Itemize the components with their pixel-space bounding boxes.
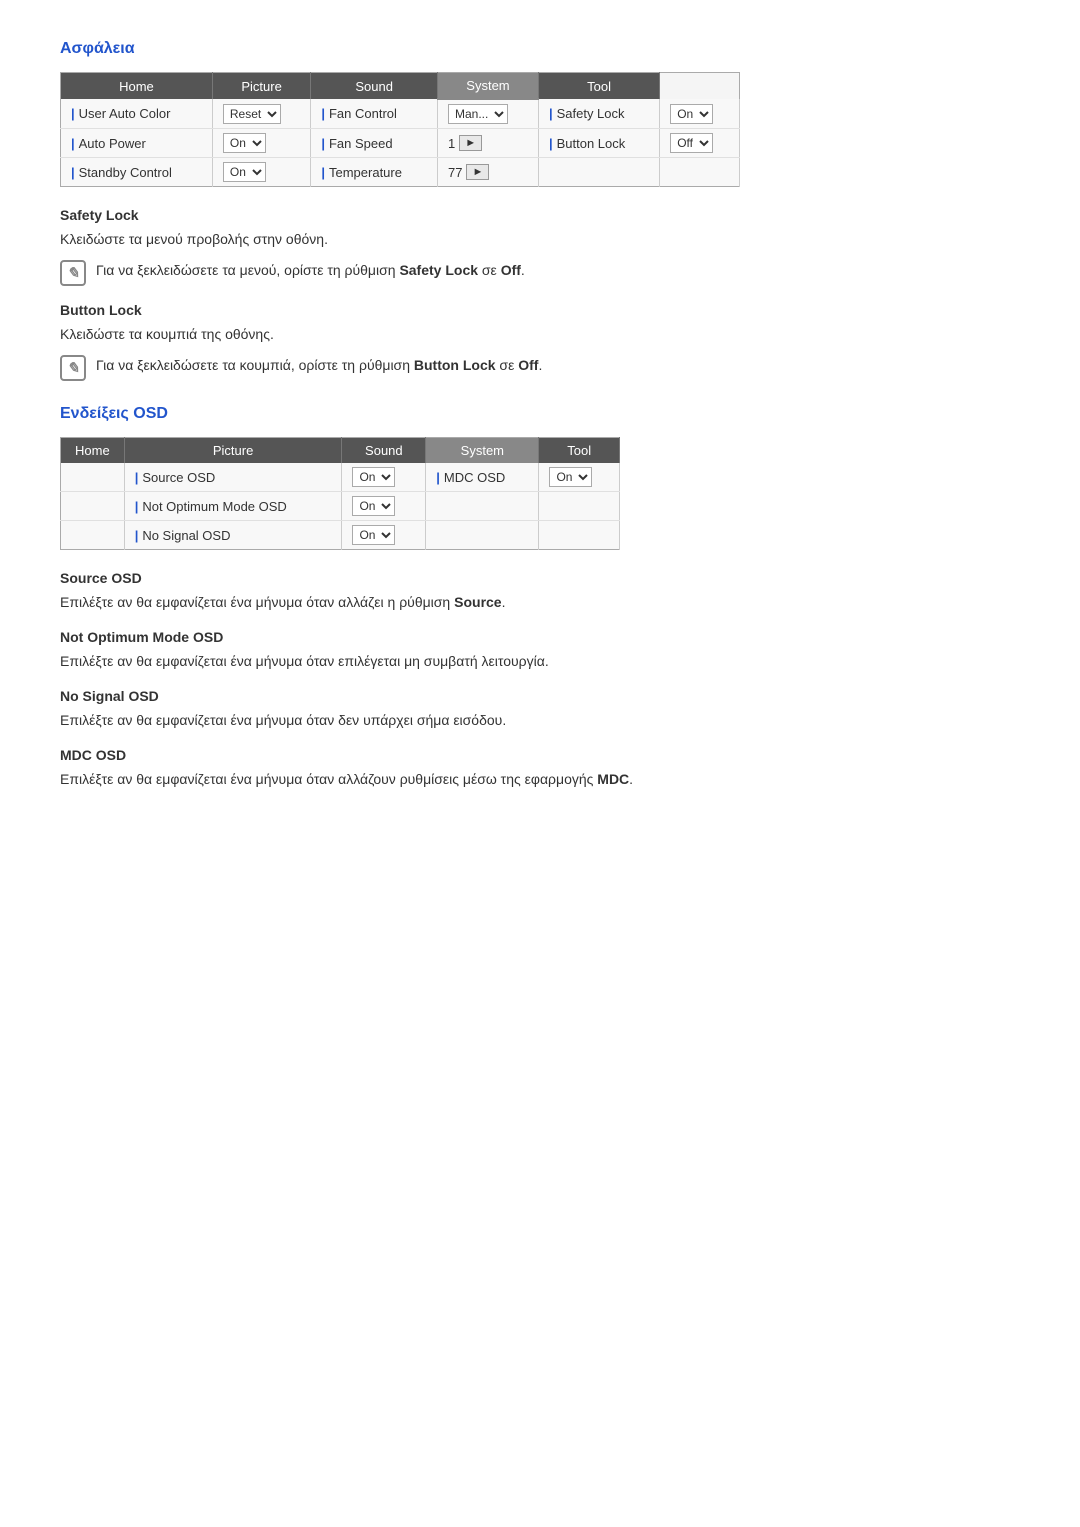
cell-empty6 bbox=[539, 521, 620, 550]
blue-bar bbox=[61, 521, 125, 550]
button-lock-select[interactable]: Off On bbox=[670, 133, 713, 153]
cell-fan-speed-value[interactable]: 1 ► bbox=[438, 129, 539, 158]
no-signal-osd-heading: No Signal OSD bbox=[60, 688, 1020, 704]
osd-tab-sound[interactable]: Sound bbox=[342, 438, 426, 464]
blue-bar bbox=[61, 463, 125, 492]
mdc-osd-body: Επιλέξτε αν θα εμφανίζεται ένα μήνυμα ότ… bbox=[60, 769, 1020, 790]
table-row: Not Optimum Mode OSD On Off bbox=[61, 492, 620, 521]
tab-home[interactable]: Home bbox=[61, 73, 213, 100]
osd-tab-tool[interactable]: Tool bbox=[539, 438, 620, 464]
safety-lock-body: Κλειδώστε τα μενού προβολής στην οθόνη. bbox=[60, 229, 1020, 250]
cell-fan-speed-label: Fan Speed bbox=[311, 129, 438, 158]
table-row: Standby Control On Off Temperature 77 bbox=[61, 158, 740, 187]
temperature-arrow[interactable]: ► bbox=[466, 164, 489, 180]
cell-standby-control-value[interactable]: On Off bbox=[212, 158, 310, 187]
source-osd-heading: Source OSD bbox=[60, 570, 1020, 586]
cell-safety-lock-label: Safety Lock bbox=[538, 99, 659, 129]
table-row: No Signal OSD On Off bbox=[61, 521, 620, 550]
section-osd-title: Ενδείξεις OSD bbox=[60, 405, 1020, 423]
note-icon: ✎ bbox=[60, 260, 86, 286]
source-osd-body: Επιλέξτε αν θα εμφανίζεται ένα μήνυμα ότ… bbox=[60, 592, 1020, 613]
cell-mdc-osd-label: MDC OSD bbox=[426, 463, 539, 492]
osd-tab-system[interactable]: System bbox=[426, 438, 539, 464]
auto-power-select[interactable]: On Off bbox=[223, 133, 266, 153]
cell-not-optimum-osd-value[interactable]: On Off bbox=[342, 492, 426, 521]
table-row: Auto Power On Off Fan Speed 1 bbox=[61, 129, 740, 158]
mdc-osd-select[interactable]: On Off bbox=[549, 467, 592, 487]
note-icon-2: ✎ bbox=[60, 355, 86, 381]
fan-control-select[interactable]: Man... bbox=[448, 104, 508, 124]
no-signal-osd-select[interactable]: On Off bbox=[352, 525, 395, 545]
tab-sound[interactable]: Sound bbox=[311, 73, 438, 100]
button-lock-note: ✎ Για να ξεκλειδώσετε τα κουμπιά, ορίστε… bbox=[60, 355, 1020, 381]
blue-bar bbox=[61, 492, 125, 521]
cell-button-lock-label: Button Lock bbox=[538, 129, 659, 158]
cell-fan-control-label: Fan Control bbox=[311, 99, 438, 129]
button-lock-note-text: Για να ξεκλειδώσετε τα κουμπιά, ορίστε τ… bbox=[96, 355, 542, 376]
cell-temperature-label: Temperature bbox=[311, 158, 438, 187]
section-osd: Ενδείξεις OSD Home Picture Sound System … bbox=[60, 405, 1020, 790]
cell-auto-power-value[interactable]: On Off bbox=[212, 129, 310, 158]
cell-safety-lock-value[interactable]: On Off bbox=[660, 99, 740, 129]
fan-speed-arrow[interactable]: ► bbox=[459, 135, 482, 151]
mdc-osd-heading: MDC OSD bbox=[60, 747, 1020, 763]
cell-standby-control-label: Standby Control bbox=[61, 158, 213, 187]
safety-lock-heading: Safety Lock bbox=[60, 207, 1020, 223]
cell-user-auto-color-label: User Auto Color bbox=[61, 99, 213, 129]
tab-picture[interactable]: Picture bbox=[212, 73, 310, 100]
tab-tool[interactable]: Tool bbox=[538, 73, 659, 100]
cell-empty5 bbox=[426, 521, 539, 550]
cell-no-signal-osd-value[interactable]: On Off bbox=[342, 521, 426, 550]
tab-system[interactable]: System bbox=[438, 73, 539, 100]
user-auto-color-select[interactable]: Reset bbox=[223, 104, 281, 124]
section-asfalia-title: Ασφάλεια bbox=[60, 40, 1020, 58]
cell-no-signal-osd-label: No Signal OSD bbox=[124, 521, 342, 550]
cell-temperature-value[interactable]: 77 ► bbox=[438, 158, 539, 187]
cell-empty3 bbox=[426, 492, 539, 521]
button-lock-heading: Button Lock bbox=[60, 302, 1020, 318]
no-signal-osd-body: Επιλέξτε αν θα εμφανίζεται ένα μήνυμα ότ… bbox=[60, 710, 1020, 731]
cell-user-auto-color-value[interactable]: Reset bbox=[212, 99, 310, 129]
not-optimum-osd-select[interactable]: On Off bbox=[352, 496, 395, 516]
osd-tab-picture[interactable]: Picture bbox=[124, 438, 342, 464]
table-row: User Auto Color Reset Fan Control Ma bbox=[61, 99, 740, 129]
not-optimum-osd-heading: Not Optimum Mode OSD bbox=[60, 629, 1020, 645]
safety-lock-select[interactable]: On Off bbox=[670, 104, 713, 124]
osd-menu-table: Home Picture Sound System Tool Source OS… bbox=[60, 437, 620, 550]
table-row: Source OSD On Off MDC OSD bbox=[61, 463, 620, 492]
safety-lock-note-text: Για να ξεκλειδώσετε τα μενού, ορίστε τη … bbox=[96, 260, 525, 281]
asfalia-menu-table: Home Picture Sound System Tool User Auto… bbox=[60, 72, 740, 187]
cell-button-lock-value[interactable]: Off On bbox=[660, 129, 740, 158]
source-osd-select[interactable]: On Off bbox=[352, 467, 395, 487]
cell-source-osd-label: Source OSD bbox=[124, 463, 342, 492]
cell-fan-control-value[interactable]: Man... bbox=[438, 99, 539, 129]
cell-empty1 bbox=[538, 158, 659, 187]
button-lock-body: Κλειδώστε τα κουμπιά της οθόνης. bbox=[60, 324, 1020, 345]
not-optimum-osd-body: Επιλέξτε αν θα εμφανίζεται ένα μήνυμα ότ… bbox=[60, 651, 1020, 672]
cell-source-osd-value[interactable]: On Off bbox=[342, 463, 426, 492]
cell-not-optimum-osd-label: Not Optimum Mode OSD bbox=[124, 492, 342, 521]
cell-empty2 bbox=[660, 158, 740, 187]
cell-mdc-osd-value[interactable]: On Off bbox=[539, 463, 620, 492]
osd-tab-home[interactable]: Home bbox=[61, 438, 125, 464]
standby-control-select[interactable]: On Off bbox=[223, 162, 266, 182]
section-asfalia: Ασφάλεια Home Picture Sound System Tool … bbox=[60, 40, 1020, 381]
cell-empty4 bbox=[539, 492, 620, 521]
cell-auto-power-label: Auto Power bbox=[61, 129, 213, 158]
safety-lock-note: ✎ Για να ξεκλειδώσετε τα μενού, ορίστε τ… bbox=[60, 260, 1020, 286]
